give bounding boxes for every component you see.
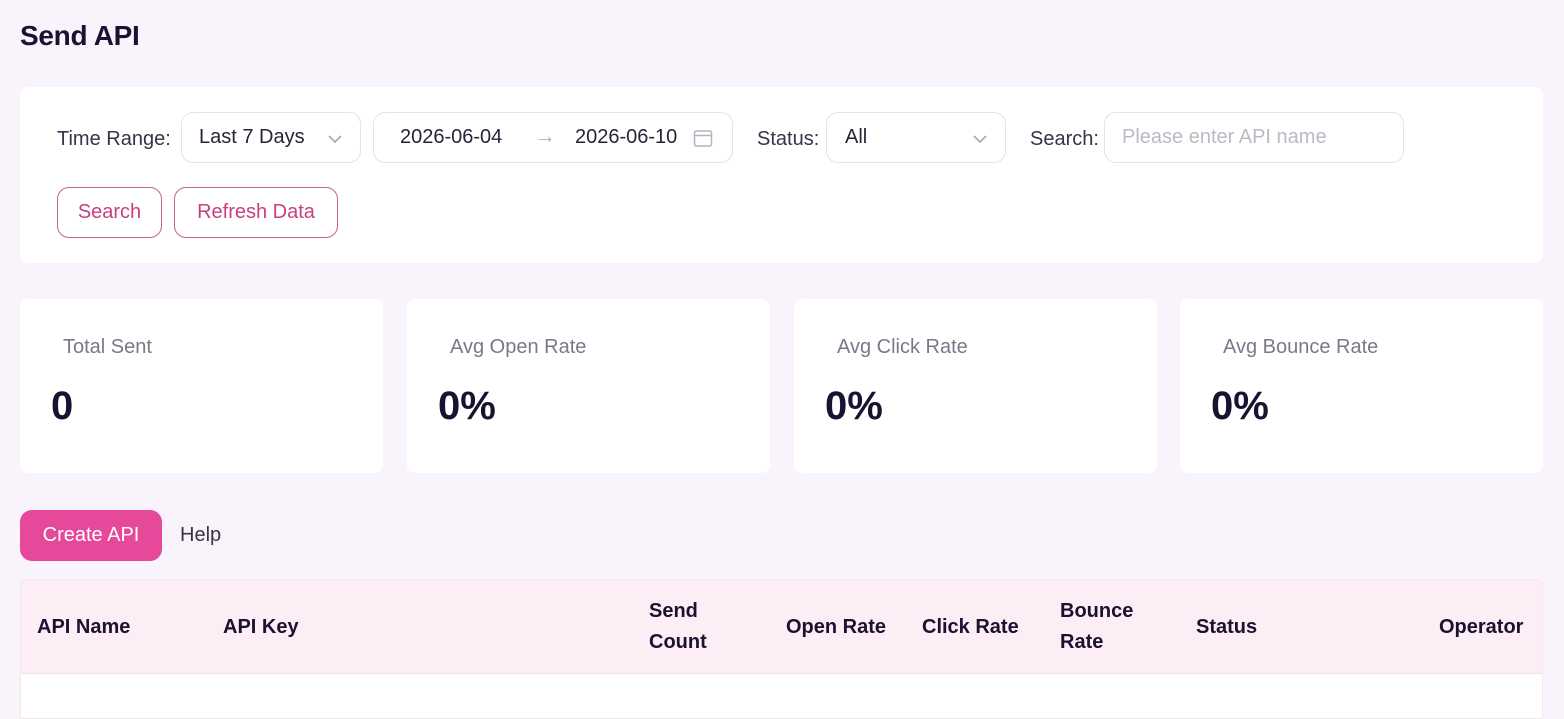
- refresh-data-button[interactable]: Refresh Data: [174, 187, 338, 238]
- time-range-label: Time Range:: [57, 128, 171, 150]
- column-header-click-rate[interactable]: Click Rate: [922, 612, 1019, 643]
- stat-card-total-sent: Total Sent 0: [20, 299, 383, 473]
- status-label: Status:: [757, 128, 820, 150]
- help-link[interactable]: Help: [180, 524, 221, 547]
- column-header-send-count[interactable]: Send Count: [649, 596, 707, 658]
- page-title: Send API: [20, 20, 140, 51]
- calendar-icon: [693, 130, 713, 147]
- column-header-api-name[interactable]: API Name: [37, 612, 130, 643]
- search-button[interactable]: Search: [57, 187, 162, 238]
- status-select[interactable]: All: [826, 112, 1006, 163]
- chevron-down-icon: [973, 135, 987, 144]
- table-header: API Name API Key Send Count Open Rate Cl…: [21, 580, 1542, 674]
- stat-label: Avg Bounce Rate: [1223, 336, 1379, 358]
- search-placeholder: Please enter API name: [1122, 126, 1327, 148]
- stat-label: Avg Click Rate: [837, 336, 968, 358]
- column-header-api-key[interactable]: API Key: [223, 612, 299, 643]
- stat-value: 0%: [825, 384, 883, 428]
- stat-value: 0: [51, 384, 74, 428]
- date-start[interactable]: 2026-06-04: [400, 126, 502, 149]
- column-header-bounce-rate[interactable]: Bounce Rate: [1060, 596, 1133, 658]
- arrow-right-icon: →: [534, 123, 556, 148]
- time-range-select[interactable]: Last 7 Days: [181, 112, 361, 163]
- stat-value: 0%: [438, 384, 496, 428]
- search-input[interactable]: Please enter API name: [1104, 112, 1404, 163]
- stat-value: 0%: [1211, 384, 1269, 428]
- table-body: [21, 674, 1542, 718]
- stat-card-avg-bounce-rate: Avg Bounce Rate 0%: [1180, 299, 1543, 473]
- column-header-status[interactable]: Status: [1196, 612, 1257, 643]
- column-header-open-rate[interactable]: Open Rate: [786, 612, 886, 643]
- filter-panel: Time Range: Last 7 Days 2026-06-04 → 202…: [20, 87, 1543, 263]
- date-range-picker[interactable]: 2026-06-04 → 2026-06-10: [373, 112, 733, 163]
- chevron-down-icon: [328, 135, 342, 144]
- stat-label: Avg Open Rate: [450, 336, 587, 358]
- stat-card-avg-click-rate: Avg Click Rate 0%: [794, 299, 1157, 473]
- search-label: Search:: [1030, 128, 1099, 150]
- create-api-button[interactable]: Create API: [20, 510, 162, 561]
- time-range-value: Last 7 Days: [199, 126, 305, 148]
- api-table: API Name API Key Send Count Open Rate Cl…: [20, 579, 1543, 719]
- date-end[interactable]: 2026-06-10: [575, 126, 677, 149]
- stat-label: Total Sent: [63, 336, 152, 358]
- stat-card-avg-open-rate: Avg Open Rate 0%: [407, 299, 770, 473]
- status-value: All: [845, 126, 868, 148]
- column-header-operator: Operator: [1439, 616, 1524, 638]
